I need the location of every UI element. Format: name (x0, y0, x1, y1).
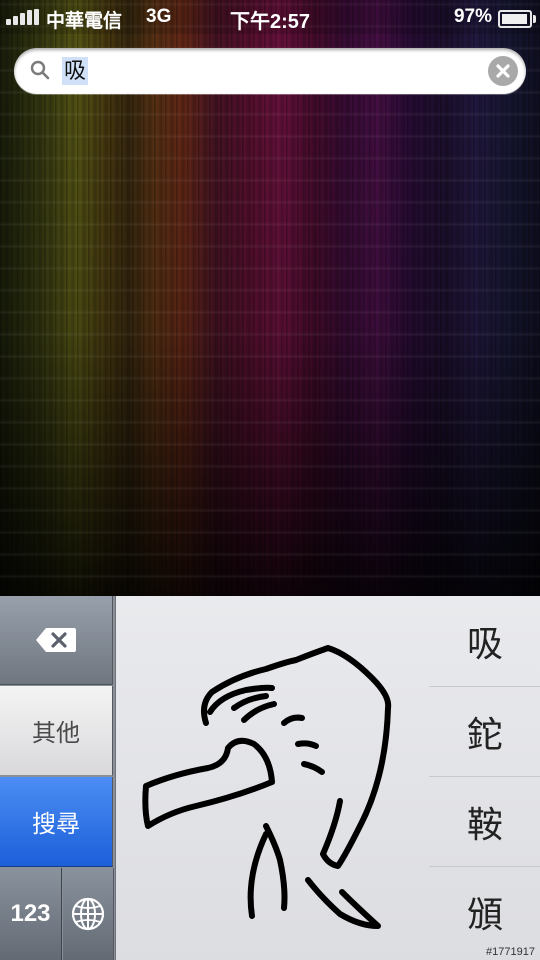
globe-key[interactable] (63, 868, 114, 960)
other-key[interactable]: 其他 (0, 686, 113, 776)
battery-percentage: 97% (453, 6, 492, 27)
handwriting-keyboard: 其他 搜尋 123 吸 鉈 鞍 頒 #1771917 (0, 596, 540, 960)
handwriting-pad[interactable]: 吸 鉈 鞍 頒 #1771917 (115, 596, 540, 960)
candidate-2[interactable]: 鉈 (429, 686, 540, 777)
candidate-1[interactable]: 吸 (429, 596, 540, 686)
globe-icon (71, 897, 105, 931)
candidate-list: 吸 鉈 鞍 頒 (429, 596, 540, 960)
keyboard-function-keys: 其他 搜尋 123 (0, 596, 115, 960)
status-bar: 中華電信 3G 下午2:57 97% (0, 0, 540, 34)
search-icon (30, 60, 50, 80)
search-input[interactable]: 吸 (62, 57, 89, 85)
delete-key[interactable] (0, 596, 113, 685)
battery-icon (498, 10, 536, 28)
clear-icon[interactable] (488, 56, 518, 86)
candidate-3[interactable]: 鞍 (429, 776, 540, 867)
search-key[interactable]: 搜尋 (0, 777, 113, 867)
backspace-icon (36, 628, 76, 652)
watermark: #1771917 (486, 946, 535, 958)
search-field[interactable]: 吸 (14, 48, 526, 94)
candidate-4[interactable]: 頒 (429, 866, 540, 957)
handwritten-stroke (142, 645, 392, 929)
numbers-key[interactable]: 123 (0, 868, 62, 960)
